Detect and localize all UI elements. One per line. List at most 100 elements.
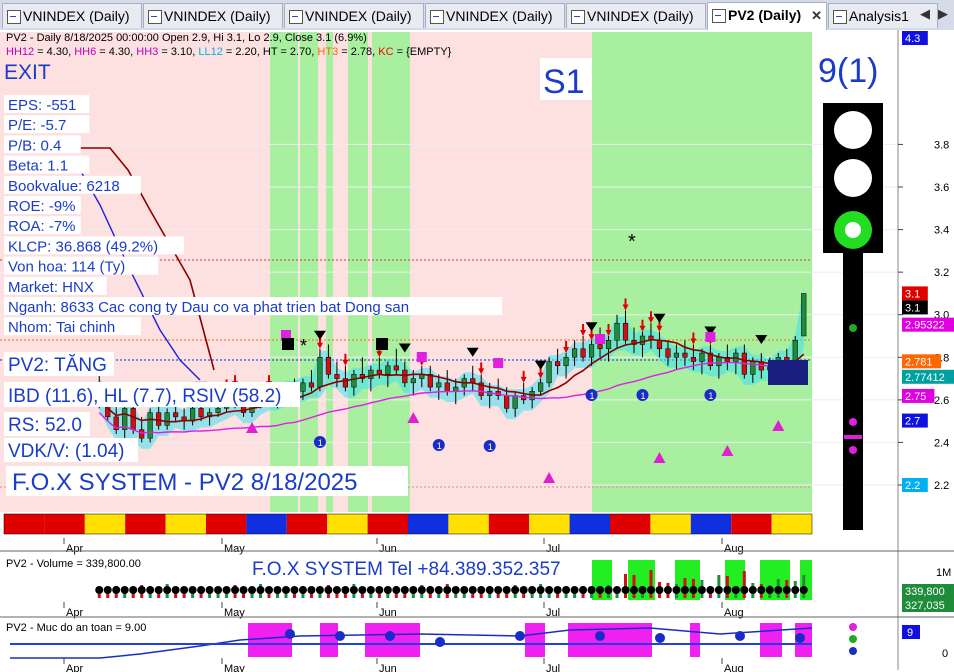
volume-zone (675, 560, 700, 600)
volume-pane[interactable]: PV2 - Volume = 339,800.00 F.O.X SYSTEM T… (0, 550, 954, 619)
y-tick-label: 3.6 (934, 182, 949, 194)
signal-band-cell (569, 514, 610, 534)
chart-tab-icon (7, 10, 21, 24)
price-tag-label: 2.7 (905, 416, 920, 428)
signal-band-cell (84, 514, 126, 534)
volume-dot (596, 586, 605, 594)
volume-dot (528, 586, 537, 594)
volume-dot (502, 586, 511, 594)
volume-dot (400, 586, 409, 594)
tab-1[interactable]: VNINDEX (Daily) (143, 3, 283, 28)
candle-body (665, 348, 671, 358)
chart-tab-icon (571, 10, 585, 24)
tab-3[interactable]: VNINDEX (Daily) (425, 3, 565, 28)
safety-legend-dot (849, 623, 857, 631)
volume-dot (731, 586, 740, 594)
candle-body (622, 322, 629, 341)
price-tag-label: 2.75 (905, 391, 926, 403)
candle-body (436, 382, 442, 388)
candle-body (164, 412, 170, 426)
safety-tag-label: 9 (907, 627, 913, 639)
tab-4[interactable]: VNINDEX (Daily) (566, 3, 706, 28)
volume-dot (562, 586, 571, 594)
pole-dot-magenta (849, 418, 857, 426)
safety-dot (435, 637, 445, 647)
signal-band-cell (367, 514, 408, 534)
volume-dot (443, 586, 452, 594)
chart-header-line1: PV2 - Daily 8/18/2025 00:00:00 Open 2.9,… (6, 32, 367, 44)
volume-bar (564, 594, 568, 598)
volume-dot (231, 586, 240, 594)
x-month-label: Jul (546, 543, 560, 555)
y-tick-label: 2.2 (934, 480, 949, 492)
system-banner: F.O.X SYSTEM - PV2 8/18/2025 (12, 469, 358, 496)
volume-dot (426, 586, 435, 594)
candle-body (156, 412, 162, 426)
volume-dot (417, 586, 426, 594)
signal-band-cell (206, 514, 247, 534)
x-month-label: Aug (724, 543, 744, 555)
safety-dot (515, 631, 525, 641)
tab-5[interactable]: PV2 (Daily) ✕ (707, 2, 827, 30)
price-tag-label: 4.3 (905, 33, 920, 45)
volume-dot (137, 586, 146, 594)
volume-dot (95, 586, 104, 594)
candle-body (147, 412, 153, 439)
y-tick-label: 3.4 (934, 225, 949, 237)
fundamental-item: ROA: -7% (8, 218, 76, 235)
candle-body (317, 357, 323, 388)
volume-dot (689, 586, 698, 594)
chart-tab-icon (289, 10, 303, 24)
volume-dot (197, 586, 206, 594)
volume-dot (740, 586, 749, 594)
tab-0[interactable]: VNINDEX (Daily) (2, 3, 142, 28)
tab-label: PV2 (Daily) (728, 7, 802, 23)
pv2-status: PV2: TĂNG (8, 355, 107, 376)
candle-body (325, 357, 332, 375)
volume-bar (377, 594, 381, 598)
safety-tick-label: 0 (942, 648, 948, 660)
volume-dot (570, 586, 579, 594)
x-month-label: Jun (379, 663, 397, 672)
tab-close-icon[interactable]: ✕ (811, 3, 822, 28)
circle-digit: 1 (640, 391, 645, 401)
header-token: = 2.20, (223, 46, 263, 58)
volume-bar (191, 594, 195, 598)
candle-body (308, 382, 315, 388)
tab-scroll-right-icon[interactable]: ▶ (938, 6, 948, 22)
candle-body (605, 340, 612, 350)
candle-body (385, 365, 391, 375)
fundamental-item: Nganh: 8633 Cac cong ty Dau co va phat t… (8, 299, 409, 316)
volume-dot (638, 586, 647, 594)
header-token: = {EMPTY} (394, 46, 452, 58)
circle-digit: 1 (590, 391, 595, 401)
header-token: = 4.30, (34, 46, 74, 58)
tab-scroll-left-icon[interactable]: ◀ (920, 6, 930, 22)
volume-dot (629, 586, 638, 594)
header-token: LL12 (198, 46, 222, 58)
volume-dot (146, 586, 155, 594)
candle-body (130, 408, 136, 430)
star-icon: * (300, 336, 307, 356)
volume-dot (511, 586, 520, 594)
candle-body (410, 378, 416, 384)
pole-dot-magenta-2 (849, 446, 857, 454)
safety-pane[interactable]: PV2 - Muc do an toan = 9.00 9 0 Apr May Jun… (0, 616, 954, 672)
chart-panes[interactable]: 1 1 1 1 1 1 * * EXIT EPS: -551 P/E: -5.7 P/B: 0.4… (0, 30, 954, 672)
header-token: = 4.30, (96, 46, 136, 58)
fundamental-item: Nhom: Tai chinh (8, 319, 115, 336)
price-tag-label: 3.1 (905, 302, 920, 314)
volume-dot (485, 586, 494, 594)
stage-label: S1 (543, 63, 585, 101)
volume-dot (468, 586, 477, 594)
candle-body (682, 352, 688, 358)
volume-dot (180, 586, 189, 594)
volume-dot (341, 586, 350, 594)
safety-legend-dot (849, 635, 857, 643)
signal-band-cell (44, 514, 85, 534)
safety-title: PV2 - Muc do an toan = 9.00 (6, 622, 146, 634)
pole-marker (844, 435, 862, 439)
volume-dot (663, 586, 672, 594)
tab-2[interactable]: VNINDEX (Daily) (284, 3, 424, 28)
chart-tab-icon (833, 10, 847, 24)
